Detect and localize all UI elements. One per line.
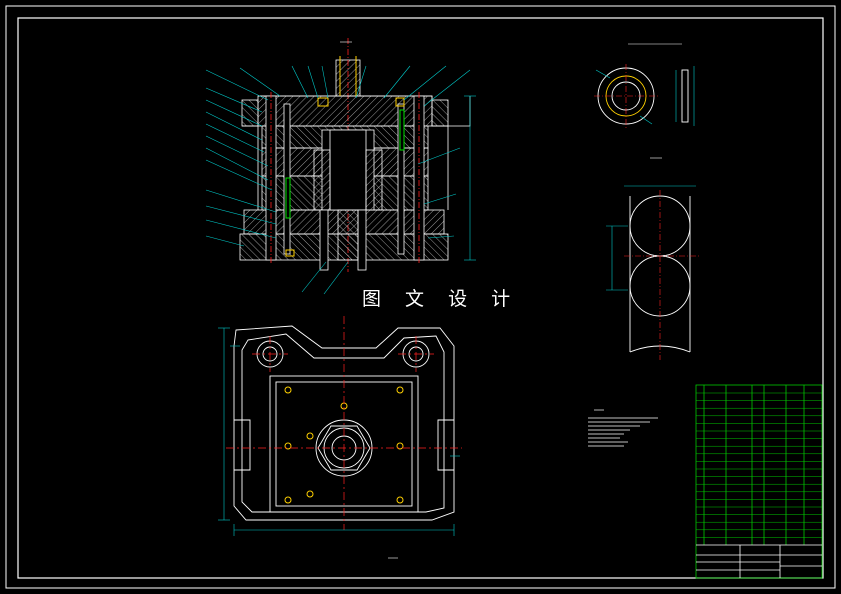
section-view [239,38,471,272]
technical-notes [588,409,658,447]
plan-view-dimensions [218,327,460,536]
watermark-text: 图 文 设 计 [362,288,520,310]
plan-view-centerlines [226,316,462,530]
title-block [696,544,822,578]
parts-list-table [695,384,823,579]
parts-list-rows [696,392,822,538]
part-drawing [594,64,695,128]
strip-layout [606,185,700,360]
